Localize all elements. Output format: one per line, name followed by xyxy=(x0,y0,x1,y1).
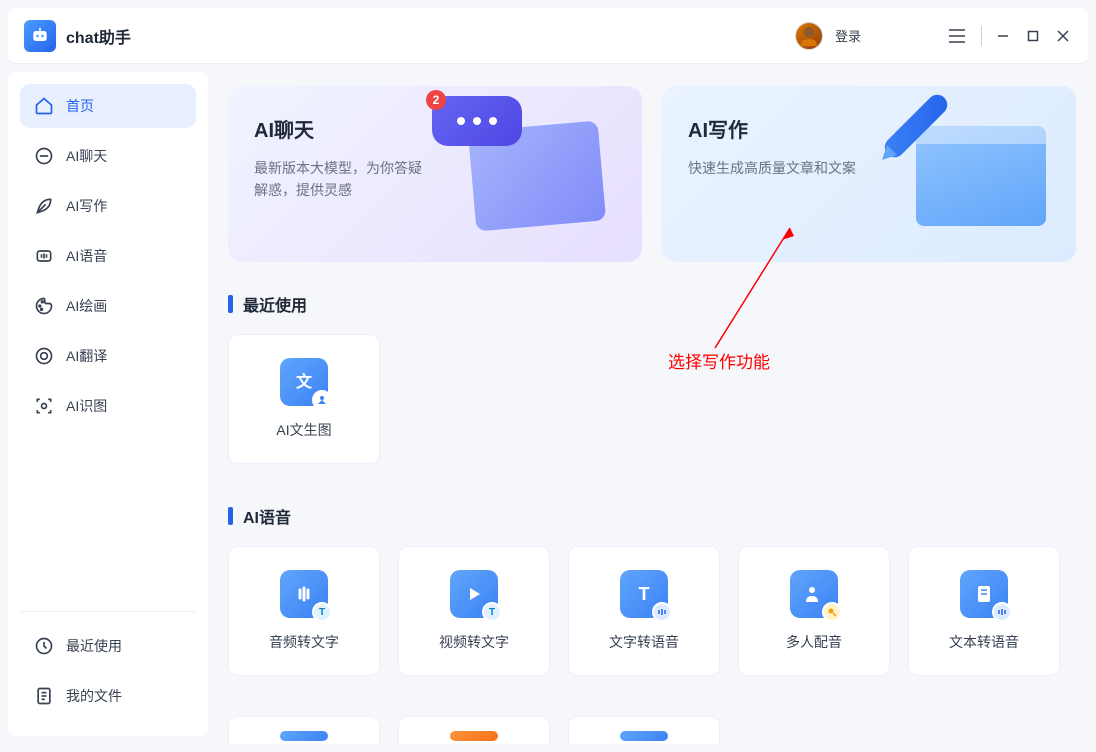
divider xyxy=(981,26,982,46)
partial-icon xyxy=(620,731,668,741)
titlebar: chat助手 登录 xyxy=(8,8,1088,64)
sidebar-footer-files[interactable]: 我的文件 xyxy=(20,674,196,718)
write-illustration xyxy=(866,96,1066,256)
audio-icon: T xyxy=(280,570,328,618)
sidebar-item-label: AI聊天 xyxy=(66,146,107,166)
avatar[interactable] xyxy=(795,22,823,50)
section-header-recent: 最近使用 xyxy=(228,292,1076,316)
sidebar-item-label: AI识图 xyxy=(66,396,107,416)
partial-icon xyxy=(280,731,328,741)
main-content: AI聊天 最新版本大模型，为你答疑解惑，提供灵感 2 AI写作 快速生成高质量文… xyxy=(208,72,1096,744)
chat-illustration: 2 xyxy=(432,96,632,256)
tile-text-to-speech[interactable]: 文本转语音 xyxy=(908,546,1060,676)
sidebar-item-label: 首页 xyxy=(66,96,94,116)
minimize-icon[interactable] xyxy=(994,27,1012,45)
sidebar-item-translate[interactable]: AI翻译 xyxy=(20,334,196,378)
app-title: chat助手 xyxy=(66,24,131,48)
svg-text:文: 文 xyxy=(296,372,313,391)
hero-desc: 快速生成高质量文章和文案 xyxy=(688,157,868,179)
palette-icon xyxy=(34,296,54,316)
tile-partial-1[interactable] xyxy=(228,716,380,744)
app-logo-icon xyxy=(24,20,56,52)
section-title: 最近使用 xyxy=(243,292,307,316)
hero-card-chat[interactable]: AI聊天 最新版本大模型，为你答疑解惑，提供灵感 2 xyxy=(228,86,642,262)
partial-icon xyxy=(450,731,498,741)
sidebar-item-vision[interactable]: AI识图 xyxy=(20,384,196,428)
voice-icon xyxy=(34,246,54,266)
chat-icon xyxy=(34,146,54,166)
tile-label: 视频转文字 xyxy=(439,632,509,652)
section-header-voice: AI语音 xyxy=(228,504,1076,528)
hero-desc: 最新版本大模型，为你答疑解惑，提供灵感 xyxy=(254,157,434,202)
sidebar-item-voice[interactable]: AI语音 xyxy=(20,234,196,278)
tile-text-to-voice[interactable]: T 文字转语音 xyxy=(568,546,720,676)
tile-label: 多人配音 xyxy=(786,632,842,652)
sidebar-item-paint[interactable]: AI绘画 xyxy=(20,284,196,328)
tile-partial-2[interactable] xyxy=(398,716,550,744)
document-icon xyxy=(960,570,1008,618)
sidebar-item-label: AI翻译 xyxy=(66,346,107,366)
login-button[interactable]: 登录 xyxy=(835,26,861,45)
tile-label: 文本转语音 xyxy=(949,632,1019,652)
tile-partial-3[interactable] xyxy=(568,716,720,744)
sidebar: 首页 AI聊天 AI写作 AI语音 AI绘画 AI翻译 AI识图 xyxy=(8,72,208,736)
tile-label: 音频转文字 xyxy=(269,632,339,652)
annotation-arrow xyxy=(700,218,800,358)
sidebar-footer-recent[interactable]: 最近使用 xyxy=(20,624,196,668)
menu-icon[interactable] xyxy=(945,27,969,45)
notification-badge: 2 xyxy=(426,90,446,110)
tile-multi-dubbing[interactable]: 多人配音 xyxy=(738,546,890,676)
svg-text:T: T xyxy=(639,584,650,604)
sidebar-footer-label: 我的文件 xyxy=(66,686,122,706)
text-icon: T xyxy=(620,570,668,618)
section-bar xyxy=(228,295,233,313)
tile-label: AI文生图 xyxy=(276,420,331,440)
section-title: AI语音 xyxy=(243,504,291,528)
sidebar-item-label: AI写作 xyxy=(66,196,107,216)
tile-audio-to-text[interactable]: T 音频转文字 xyxy=(228,546,380,676)
sidebar-item-label: AI绘画 xyxy=(66,296,107,316)
tile-video-to-text[interactable]: T 视频转文字 xyxy=(398,546,550,676)
history-icon xyxy=(34,636,54,656)
sidebar-item-home[interactable]: 首页 xyxy=(20,84,196,128)
file-icon xyxy=(34,686,54,706)
sidebar-item-label: AI语音 xyxy=(66,246,107,266)
scan-icon xyxy=(34,396,54,416)
home-icon xyxy=(34,96,54,116)
sidebar-item-chat[interactable]: AI聊天 xyxy=(20,134,196,178)
annotation-text: 选择写作功能 xyxy=(668,348,770,373)
translate-icon xyxy=(34,346,54,366)
tile-text-to-image[interactable]: 文 AI文生图 xyxy=(228,334,380,464)
sidebar-footer-label: 最近使用 xyxy=(66,636,122,656)
close-icon[interactable] xyxy=(1054,27,1072,45)
maximize-icon[interactable] xyxy=(1024,27,1042,45)
video-icon: T xyxy=(450,570,498,618)
people-icon xyxy=(790,570,838,618)
feather-icon xyxy=(34,196,54,216)
text-to-image-icon: 文 xyxy=(280,358,328,406)
sidebar-item-write[interactable]: AI写作 xyxy=(20,184,196,228)
tile-label: 文字转语音 xyxy=(609,632,679,652)
section-bar xyxy=(228,507,233,525)
